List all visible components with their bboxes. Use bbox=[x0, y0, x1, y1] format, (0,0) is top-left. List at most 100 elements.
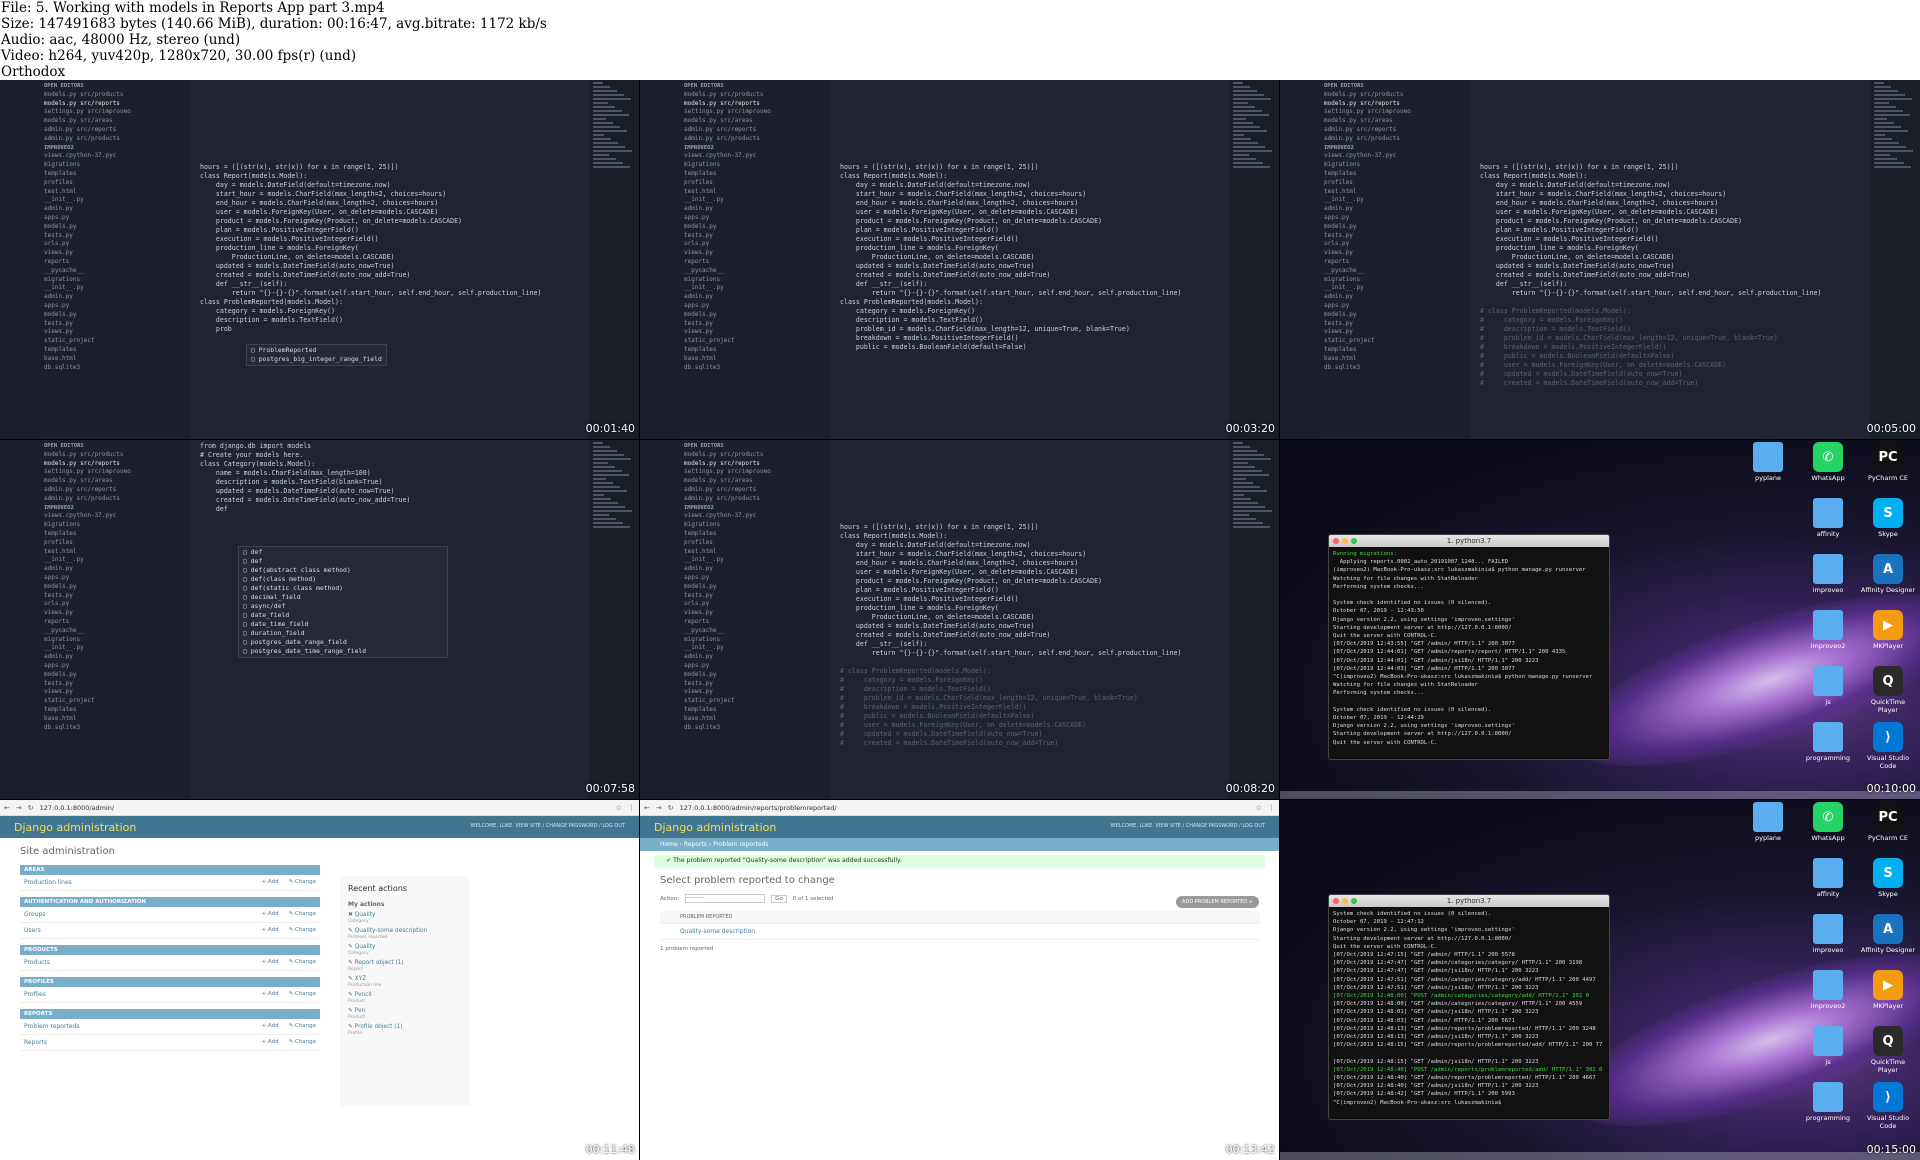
desktop-icon-mkplayer[interactable]: ▶ MKPlayer bbox=[1860, 970, 1916, 1010]
tree-item[interactable]: migrations bbox=[1320, 276, 1470, 285]
tree-item[interactable]: migrations bbox=[1320, 161, 1470, 170]
tree-item[interactable]: IMPROVEO2 bbox=[40, 144, 190, 153]
tree-item[interactable]: IMPROVEO2 bbox=[680, 504, 830, 513]
table-row[interactable]: Quality-some description bbox=[660, 924, 1260, 940]
tree-item[interactable]: tests.py bbox=[40, 592, 190, 601]
tree-item[interactable]: apps.py bbox=[40, 574, 190, 583]
tree-item[interactable]: views.cpython-37.pyc bbox=[680, 512, 830, 521]
address-bar[interactable]: 127.0.0.1:8000/admin/reports/problemrepo… bbox=[680, 804, 1250, 812]
close-icon[interactable] bbox=[1333, 898, 1339, 904]
tree-item[interactable]: models.py bbox=[40, 223, 190, 232]
change-link[interactable]: ✎ Change bbox=[289, 911, 316, 918]
tree-item[interactable]: admin.py bbox=[1320, 293, 1470, 302]
tree-item[interactable]: models.py src/products bbox=[40, 91, 190, 100]
tree-item[interactable]: profiles bbox=[40, 539, 190, 548]
tree-item[interactable]: admin.py src/reports bbox=[40, 486, 190, 495]
model-link[interactable]: Users bbox=[24, 927, 252, 934]
tree-item[interactable]: admin.py bbox=[680, 653, 830, 662]
tree-item[interactable]: IMPROVEO2 bbox=[680, 144, 830, 153]
tree-item[interactable]: models.py bbox=[680, 223, 830, 232]
menu-icon[interactable]: ⋮ bbox=[628, 804, 635, 812]
tree-item[interactable]: models.py src/products bbox=[680, 451, 830, 460]
tree-item[interactable]: templates bbox=[40, 706, 190, 715]
autocomplete-item[interactable]: ▢ def(static class method) bbox=[243, 584, 443, 593]
user-tools[interactable]: WELCOME, LUKE. VIEW SITE / CHANGE PASSWO… bbox=[1111, 823, 1265, 829]
tree-item[interactable]: base.html bbox=[680, 355, 830, 364]
back-icon[interactable]: ← bbox=[4, 804, 10, 812]
thumb-2-editor[interactable]: OPEN EDITORS models.py src/products models… bbox=[640, 80, 1279, 439]
recent-action-link[interactable]: ✖ Quality bbox=[348, 912, 462, 918]
tree-item[interactable]: IMPROVEO2 bbox=[1320, 144, 1470, 153]
tree-item[interactable]: templates bbox=[40, 170, 190, 179]
autocomplete-item[interactable]: ▢ date_field bbox=[243, 611, 443, 620]
tree-item[interactable]: views.py bbox=[1320, 328, 1470, 337]
star-icon[interactable]: ☆ bbox=[1256, 804, 1262, 812]
module-caption[interactable]: AUTHENTICATION AND AUTHORIZATION bbox=[20, 897, 320, 907]
tree-item[interactable]: models.py src/areas bbox=[40, 117, 190, 126]
tree-item[interactable]: admin.py bbox=[680, 565, 830, 574]
desktop-icon-improveo[interactable]: improveo bbox=[1800, 914, 1856, 954]
autocomplete-popup[interactable]: ▢ ProblemReported ▢ postgres_big_integer_… bbox=[246, 344, 387, 366]
tree-item[interactable]: apps.py bbox=[680, 214, 830, 223]
tree-item[interactable]: reports bbox=[40, 618, 190, 627]
terminal-output[interactable]: System check identified no issues (0 sil… bbox=[1329, 907, 1609, 1110]
desktop-icon-programming[interactable]: programming bbox=[1800, 722, 1856, 762]
tree-item[interactable]: tests.py bbox=[680, 680, 830, 689]
model-link[interactable]: Groups bbox=[24, 911, 252, 918]
autocomplete-popup[interactable]: ▢ def ▢ def ▢ def(abstract class method) ▢ … bbox=[238, 546, 448, 658]
tree-item[interactable]: tests.py bbox=[680, 320, 830, 329]
recent-action-link[interactable]: ✎ Quality bbox=[348, 944, 462, 950]
desktop-icon-affinity[interactable]: affinity bbox=[1800, 858, 1856, 898]
tree-item[interactable]: tests.py bbox=[680, 592, 830, 601]
tree-item[interactable]: test.html bbox=[680, 188, 830, 197]
tree-item[interactable]: admin.py src/products bbox=[40, 135, 190, 144]
breadcrumb[interactable]: Home › Reports › Problem reporteds bbox=[640, 838, 1279, 851]
tree-item[interactable]: apps.py bbox=[680, 302, 830, 311]
autocomplete-item[interactable]: ▢ postgres_big_integer_range_field bbox=[251, 355, 382, 364]
desktop-icon-js[interactable]: js bbox=[1800, 1026, 1856, 1066]
tree-item[interactable]: reports bbox=[680, 258, 830, 267]
tree-item[interactable]: models.py src/products bbox=[40, 451, 190, 460]
desktop-icon-improveo[interactable]: improveo bbox=[1800, 554, 1856, 594]
tree-item[interactable]: apps.py bbox=[1320, 302, 1470, 311]
tree-item[interactable]: views.cpython-37.pyc bbox=[1320, 152, 1470, 161]
back-icon[interactable]: ← bbox=[644, 804, 650, 812]
thumb-9-desktop[interactable]: 1. python3.7 System check identified no … bbox=[1280, 800, 1920, 1160]
tree-item[interactable]: static_project bbox=[680, 337, 830, 346]
add-link[interactable]: + Add bbox=[262, 1023, 279, 1030]
tree-item[interactable]: templates bbox=[680, 530, 830, 539]
tree-item[interactable]: views.py bbox=[680, 688, 830, 697]
tree-item[interactable]: migrations bbox=[680, 161, 830, 170]
tree-item[interactable]: tests.py bbox=[40, 232, 190, 241]
tree-item[interactable]: models.py src/areas bbox=[40, 477, 190, 486]
change-link[interactable]: ✎ Change bbox=[289, 1039, 316, 1046]
tree-item[interactable]: admin.py bbox=[680, 293, 830, 302]
address-bar[interactable]: 127.0.0.1:8000/admin/ bbox=[40, 804, 610, 812]
tree-item[interactable]: base.html bbox=[680, 715, 830, 724]
desktop-icon-visual-studio-code[interactable]: ⟩ Visual Studio Code bbox=[1860, 1082, 1916, 1130]
tree-item[interactable]: settings.py src/improveo bbox=[40, 108, 190, 117]
tree-item[interactable]: OPEN EDITORS bbox=[680, 442, 830, 451]
recent-action-link[interactable]: ✎ XYZ bbox=[348, 976, 462, 982]
tree-item[interactable]: __init__.py bbox=[680, 196, 830, 205]
menu-icon[interactable]: ⋮ bbox=[1268, 804, 1275, 812]
tree-item[interactable]: OPEN EDITORS bbox=[40, 442, 190, 451]
tree-item[interactable]: models.py src/reports bbox=[1320, 100, 1470, 109]
tree-item[interactable]: profiles bbox=[40, 179, 190, 188]
thumb-1-editor[interactable]: OPEN EDITORS models.py src/products models… bbox=[0, 80, 639, 439]
tree-item[interactable]: admin.py bbox=[40, 565, 190, 574]
tree-item[interactable]: db.sqlite3 bbox=[40, 724, 190, 733]
tree-item[interactable]: __init__.py bbox=[680, 556, 830, 565]
tree-item[interactable]: admin.py src/products bbox=[40, 495, 190, 504]
dock[interactable] bbox=[1280, 1152, 1920, 1160]
tree-item[interactable]: OPEN EDITORS bbox=[40, 82, 190, 91]
tree-item[interactable]: IMPROVEO2 bbox=[40, 504, 190, 513]
tree-item[interactable]: __pycache__ bbox=[680, 627, 830, 636]
tree-item[interactable]: apps.py bbox=[40, 214, 190, 223]
tree-item[interactable]: tests.py bbox=[40, 680, 190, 689]
tree-item[interactable]: apps.py bbox=[40, 302, 190, 311]
tree-item[interactable]: OPEN EDITORS bbox=[1320, 82, 1470, 91]
tree-item[interactable]: urls.py bbox=[680, 240, 830, 249]
module-caption[interactable]: PRODUCTS bbox=[20, 945, 320, 955]
thumb-8-admin-list[interactable]: ← → ↻ 127.0.0.1:8000/admin/reports/probl… bbox=[640, 800, 1279, 1160]
